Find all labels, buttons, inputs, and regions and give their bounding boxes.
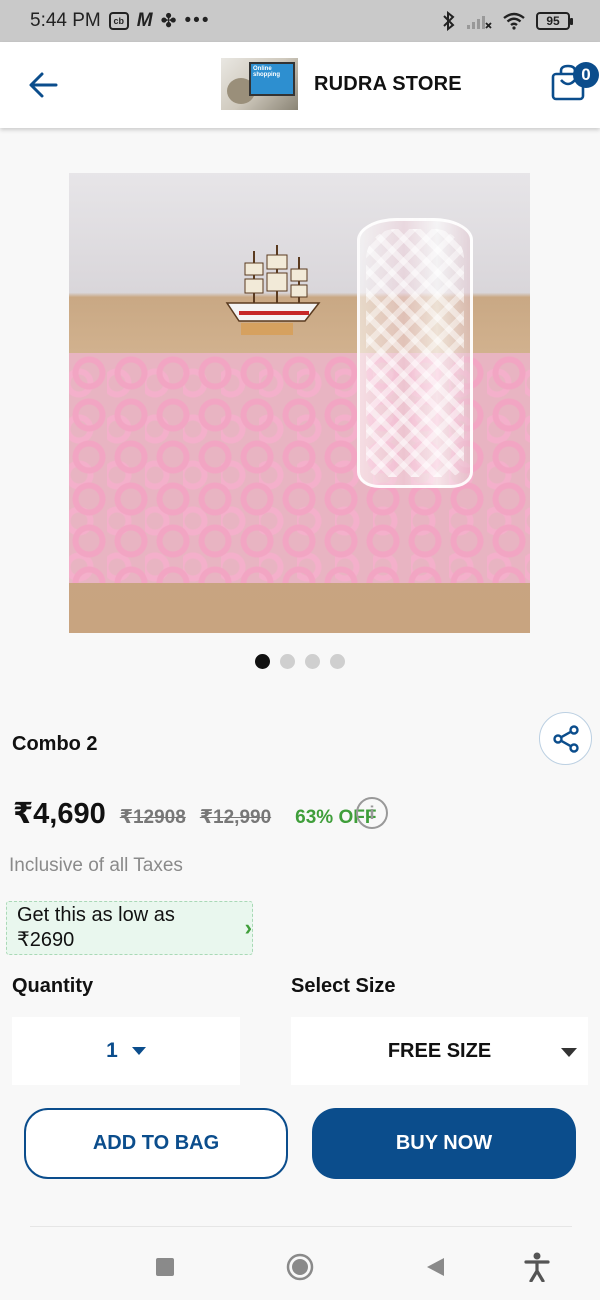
pagination-dot[interactable] [255,654,270,669]
share-icon [552,724,579,753]
accessibility-icon [524,1252,550,1282]
circle-icon [286,1253,314,1281]
price-row: ₹4,690 ₹12908 ₹12,990 63% OFF [13,796,376,831]
status-time: 5:44 PM [30,10,101,31]
wifi-icon [502,12,526,30]
cb-icon: cb [108,12,129,30]
offer-banner[interactable]: Get this as low as ₹2690 › [6,901,253,955]
back-nav-button[interactable] [420,1252,450,1282]
share-button[interactable] [539,712,592,765]
home-button[interactable] [285,1252,315,1282]
mrp-price-alt: ₹12,990 [199,807,272,828]
store-brand[interactable]: Online shopping RUDRA STORE [221,58,462,110]
quantity-label: Quantity [12,975,94,997]
size-dropdown[interactable]: FREE SIZE [291,1017,588,1085]
logo-caption: Online shopping [253,66,280,78]
accessibility-button[interactable] [522,1252,552,1282]
triangle-left-icon [427,1258,444,1276]
caret-down-icon [561,1048,577,1057]
size-value: FREE SIZE [387,1039,492,1062]
app-header: Online shopping RUDRA STORE 0 [0,42,600,128]
product-photo-ship [225,245,321,335]
status-right: 95 [442,11,573,31]
cart-count-badge: 0 [573,62,599,88]
product-image[interactable] [69,173,530,633]
add-to-bag-button[interactable]: ADD TO BAG [24,1108,288,1179]
divider [30,1226,572,1227]
arrow-left-icon [29,72,58,98]
m-icon: M [136,10,153,31]
quantity-dropdown[interactable]: 1 [12,1017,240,1085]
product-photo-glass [357,218,473,488]
back-button[interactable] [26,68,60,102]
info-icon: i [369,802,375,823]
caret-down-icon [131,1047,146,1055]
tax-note: Inclusive of all Taxes [9,855,183,876]
store-logo: Online shopping [221,58,298,110]
square-icon [156,1258,174,1276]
more-dots-icon: ••• [184,10,211,31]
size-label: Select Size [291,975,396,997]
selling-price: ₹4,690 [13,798,106,830]
status-left: 5:44 PM cb M ✤ ••• [30,10,210,33]
status-bar: 5:44 PM cb M ✤ ••• 95 [0,0,600,42]
recents-button[interactable] [150,1252,180,1282]
system-nav-bar [0,1228,600,1300]
bluetooth-icon [442,11,456,31]
pagination-dot[interactable] [330,654,345,669]
price-info-button[interactable]: i [356,797,388,829]
fan-icon: ✤ [160,10,177,32]
buy-now-button[interactable]: BUY NOW [312,1108,576,1179]
offer-text: Get this as low as ₹2690 [17,904,175,951]
pagination-dot[interactable] [280,654,295,669]
image-pagination [255,654,345,669]
logo-screen: Online shopping [249,62,295,96]
chevron-right-icon: › [244,915,252,940]
product-title: Combo 2 [12,733,98,755]
pagination-dot[interactable] [305,654,320,669]
signal-icon [466,12,492,30]
store-name: RUDRA STORE [314,72,462,95]
mrp-price: ₹12908 [119,807,186,828]
battery-icon: 95 [536,12,573,30]
quantity-value: 1 [106,1039,118,1062]
